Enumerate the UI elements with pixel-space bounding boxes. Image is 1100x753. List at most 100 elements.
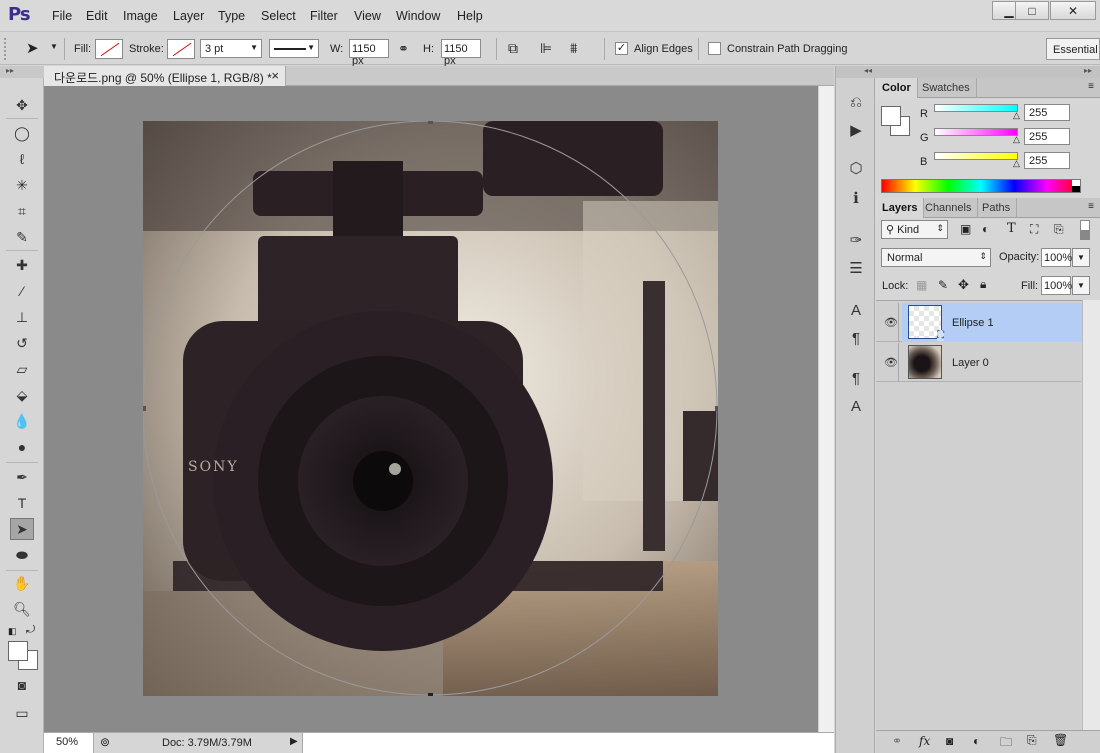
blue-slider[interactable] bbox=[934, 152, 1018, 160]
stroke-type-dropdown[interactable]: ▼ bbox=[269, 39, 319, 58]
pen-tool-icon[interactable]: ✒ bbox=[10, 466, 34, 488]
paragraph-panel-icon[interactable]: ¶ bbox=[843, 326, 869, 350]
hand-tool-icon[interactable]: ✋ bbox=[10, 572, 34, 594]
lock-all-icon[interactable]: 🔒︎ bbox=[980, 277, 986, 292]
canvas-image[interactable]: SONY bbox=[143, 121, 718, 696]
workspace-switcher[interactable]: Essential bbox=[1046, 38, 1100, 60]
close-window-button[interactable]: ✕ bbox=[1050, 1, 1096, 20]
document-info-icon[interactable]: ⊚ bbox=[100, 735, 110, 749]
menu-layer[interactable]: Layer bbox=[173, 9, 204, 23]
close-tab-icon[interactable]: × bbox=[271, 68, 279, 83]
new-layer-icon[interactable]: ⎘ bbox=[1027, 733, 1037, 748]
anchor-point[interactable] bbox=[428, 121, 433, 124]
tab-channels[interactable]: Channels bbox=[919, 198, 979, 218]
default-colors-icon[interactable]: ◧ bbox=[8, 626, 17, 637]
menu-file[interactable]: File bbox=[52, 9, 72, 23]
filter-adjustment-icon[interactable]: ◐ bbox=[982, 222, 989, 236]
clone-stamp-tool-icon[interactable]: ⊥ bbox=[10, 306, 34, 328]
tab-paths[interactable]: Paths bbox=[976, 198, 1018, 218]
align-edges-checkbox[interactable]: ✓ bbox=[615, 42, 628, 55]
menu-window[interactable]: Window bbox=[396, 9, 440, 23]
layer-name[interactable]: Ellipse 1 bbox=[952, 317, 994, 329]
fill-swatch[interactable] bbox=[95, 39, 123, 59]
vertical-scrollbar[interactable] bbox=[818, 86, 834, 732]
path-arrangement-icon[interactable]: ⩩ bbox=[570, 40, 577, 57]
blue-value-field[interactable]: 255 bbox=[1024, 152, 1070, 169]
document-tab[interactable]: 다운로드.png @ 50% (Ellipse 1, RGB/8) * × bbox=[44, 66, 286, 86]
delete-layer-icon[interactable]: 🗑︎ bbox=[1053, 733, 1068, 747]
link-icon[interactable]: ⚭ bbox=[398, 41, 409, 57]
zoom-tool-icon[interactable]: 🔍︎ bbox=[10, 598, 34, 620]
tab-layers[interactable]: Layers bbox=[876, 198, 925, 218]
green-slider[interactable] bbox=[934, 128, 1018, 136]
red-slider[interactable] bbox=[934, 104, 1018, 112]
filter-type-icon[interactable]: T bbox=[1007, 221, 1016, 236]
layer-filter-kind-dropdown[interactable]: ⚲ Kind ⇕ bbox=[881, 220, 948, 239]
info-panel-icon[interactable]: ℹ bbox=[843, 186, 869, 210]
path-operations-icon[interactable]: ⧉ bbox=[508, 40, 518, 57]
layer-style-fx-icon[interactable]: fx bbox=[919, 734, 930, 748]
color-panel-menu-icon[interactable]: ≡ bbox=[1088, 81, 1094, 92]
menu-type[interactable]: Type bbox=[218, 9, 245, 23]
right-dock-collapse-icon[interactable]: ▸▸ bbox=[876, 66, 1100, 78]
color-spectrum-ramp[interactable] bbox=[881, 179, 1081, 193]
filter-pixel-icon[interactable]: ▣ bbox=[960, 222, 971, 236]
layers-scrollbar[interactable] bbox=[1082, 300, 1100, 730]
menu-image[interactable]: Image bbox=[123, 9, 158, 23]
brush-presets-icon[interactable]: ✑ bbox=[843, 228, 869, 252]
opacity-field[interactable]: 100% bbox=[1041, 248, 1072, 267]
anchor-point[interactable] bbox=[715, 406, 718, 411]
dock-collapse-icon[interactable]: ◂◂ bbox=[836, 66, 876, 78]
tab-swatches[interactable]: Swatches bbox=[916, 78, 977, 98]
anchor-point[interactable] bbox=[428, 693, 433, 696]
layer-row-layer-0[interactable]: 👁︎ Layer 0 bbox=[876, 343, 1081, 382]
screen-mode-icon[interactable]: ▭ bbox=[10, 702, 34, 724]
tab-color[interactable]: Color bbox=[876, 78, 918, 98]
character-styles-icon[interactable]: A bbox=[843, 394, 869, 418]
quick-mask-icon[interactable]: ◙ bbox=[10, 674, 34, 696]
new-group-icon[interactable]: 🗀︎ bbox=[1000, 733, 1012, 753]
red-slider-handle-icon[interactable]: △ bbox=[1013, 110, 1020, 121]
tools-collapse-icon[interactable]: ▸▸ bbox=[0, 66, 44, 78]
path-selection-tool-icon[interactable]: ➤ bbox=[26, 39, 39, 57]
actions-panel-icon[interactable]: ▶ bbox=[843, 118, 869, 142]
path-selection-tool-icon[interactable]: ➤ bbox=[10, 518, 34, 540]
sponge-tool-icon[interactable]: ● bbox=[10, 436, 34, 458]
eraser-tool-icon[interactable]: ▱ bbox=[10, 358, 34, 380]
character-panel-icon[interactable]: A bbox=[843, 298, 869, 322]
crop-tool-icon[interactable]: ⌗ bbox=[10, 200, 34, 222]
stroke-swatch[interactable] bbox=[167, 39, 195, 59]
lock-image-icon[interactable]: ✎ bbox=[938, 278, 948, 292]
lock-transparent-icon[interactable]: ▦ bbox=[916, 278, 927, 292]
color-panel-foreground-swatch[interactable] bbox=[881, 106, 901, 126]
paint-bucket-tool-icon[interactable]: ⬙ bbox=[10, 384, 34, 406]
brush-tool-icon[interactable]: ⁄ bbox=[10, 280, 34, 302]
fill-chevron-icon[interactable]: ▼ bbox=[1072, 276, 1090, 295]
filter-shape-icon[interactable]: ⛶ bbox=[1030, 222, 1038, 237]
menu-view[interactable]: View bbox=[354, 9, 381, 23]
type-tool-icon[interactable]: T bbox=[10, 492, 34, 514]
filter-toggle-switch[interactable] bbox=[1080, 220, 1090, 240]
menu-edit[interactable]: Edit bbox=[86, 9, 108, 23]
blue-slider-handle-icon[interactable]: △ bbox=[1013, 158, 1020, 169]
menu-help[interactable]: Help bbox=[457, 9, 483, 23]
add-mask-icon[interactable]: ◙ bbox=[946, 734, 953, 748]
3d-panel-icon[interactable]: ⬡ bbox=[843, 156, 869, 180]
layer-row-ellipse-1[interactable]: 👁︎ ⛶ Ellipse 1 bbox=[876, 303, 1082, 342]
swap-colors-icon[interactable]: ⤾ bbox=[26, 624, 35, 637]
path-alignment-icon[interactable]: ⊫ bbox=[540, 40, 552, 57]
constrain-path-checkbox[interactable] bbox=[708, 42, 721, 55]
new-adjustment-layer-icon[interactable]: ◐ bbox=[973, 734, 980, 748]
maximize-button[interactable]: □ bbox=[1015, 1, 1049, 20]
blend-mode-dropdown[interactable]: Normal ⇕ bbox=[881, 248, 991, 267]
visibility-eye-icon[interactable]: 👁︎ bbox=[884, 356, 898, 369]
healing-brush-tool-icon[interactable]: ✚ bbox=[10, 254, 34, 276]
zoom-level-field[interactable]: 50% bbox=[44, 733, 94, 753]
eyedropper-tool-icon[interactable]: ✎ bbox=[10, 226, 34, 248]
paragraph-styles-icon[interactable]: ¶ bbox=[843, 366, 869, 390]
menu-filter[interactable]: Filter bbox=[310, 9, 338, 23]
visibility-eye-icon[interactable]: 👁︎ bbox=[884, 316, 898, 329]
layers-panel-menu-icon[interactable]: ≡ bbox=[1088, 201, 1094, 212]
green-slider-handle-icon[interactable]: △ bbox=[1013, 134, 1020, 145]
height-field[interactable]: 1150 px bbox=[441, 39, 481, 67]
